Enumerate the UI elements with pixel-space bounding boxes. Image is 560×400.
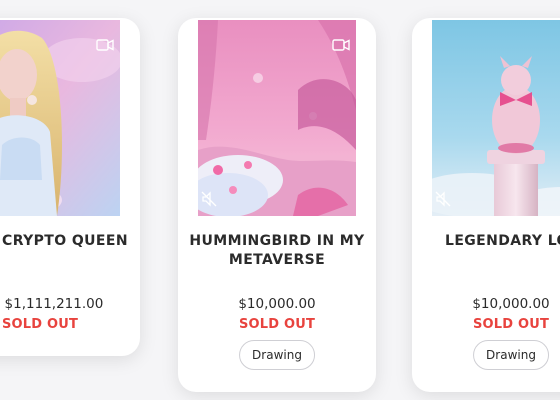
nft-title[interactable]: HUMMINGBIRD IN MY METAVERSE: [178, 232, 376, 270]
nft-card[interactable]: HUMMINGBIRD IN MY METAVERSE $10,000.00 S…: [178, 18, 376, 392]
nft-gallery: ONIC CRYPTO QUEEN nt bid: $1,111,211.00 …: [0, 0, 560, 400]
artwork-image[interactable]: [0, 20, 120, 216]
video-icon: [96, 36, 114, 51]
mute-icon[interactable]: [434, 190, 452, 208]
nft-card[interactable]: LEGENDARY LOV $10,000.00 SOLD OUT Drawin…: [412, 18, 560, 392]
mute-icon[interactable]: [200, 190, 218, 208]
artwork-image[interactable]: [198, 20, 356, 216]
status-badge: SOLD OUT: [1, 317, 79, 332]
category-tag[interactable]: Drawing: [239, 340, 315, 370]
nft-title[interactable]: LEGENDARY LOV: [412, 232, 560, 251]
nft-card[interactable]: ONIC CRYPTO QUEEN nt bid: $1,111,211.00 …: [0, 18, 140, 356]
artwork-image[interactable]: [432, 20, 560, 216]
legendary-artwork: [432, 20, 560, 216]
video-icon: [332, 36, 350, 51]
category-tag[interactable]: Drawing: [473, 340, 549, 370]
nft-price: nt bid: $1,111,211.00: [0, 296, 104, 312]
nft-title[interactable]: ONIC CRYPTO QUEEN: [0, 232, 140, 251]
status-badge: SOLD OUT: [472, 317, 550, 332]
status-badge: SOLD OUT: [238, 317, 316, 332]
nft-price: $10,000.00: [472, 296, 550, 312]
nft-price: $10,000.00: [238, 296, 316, 312]
